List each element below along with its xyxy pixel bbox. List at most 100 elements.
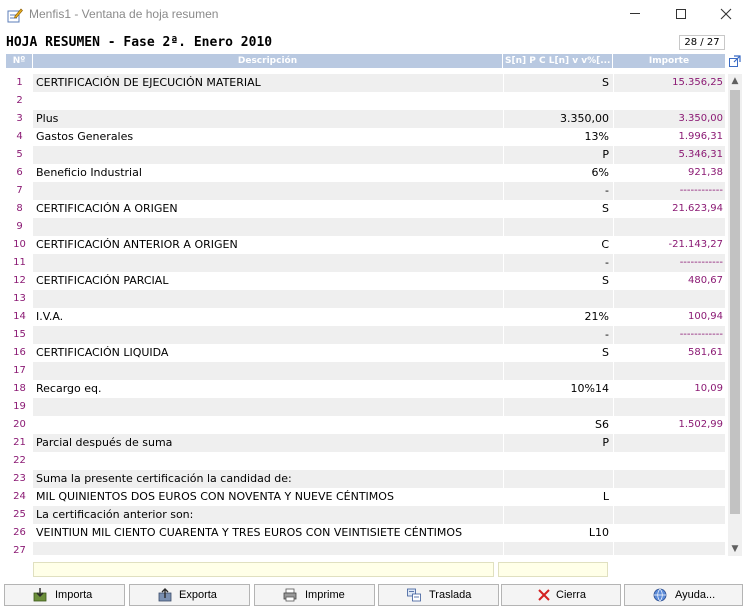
row-amount[interactable] xyxy=(613,470,725,488)
table-row[interactable]: 2 xyxy=(6,92,725,110)
row-formula[interactable]: L xyxy=(503,488,611,506)
row-formula[interactable]: 10%14 xyxy=(503,380,611,398)
row-amount[interactable]: 100,94 xyxy=(613,308,725,326)
row-amount[interactable]: 1.502,99 xyxy=(613,416,725,434)
table-row[interactable]: 9 xyxy=(6,218,725,236)
row-number[interactable]: 6 xyxy=(6,164,33,182)
row-description[interactable]: VEINTIUN MIL CIENTO CUARENTA Y TRES EURO… xyxy=(35,524,503,542)
row-amount[interactable]: 3.350,00 xyxy=(613,110,725,128)
row-description[interactable]: La certificación anterior son: xyxy=(35,506,503,524)
row-formula[interactable] xyxy=(503,398,611,416)
row-number[interactable]: 11 xyxy=(6,254,33,272)
row-amount[interactable] xyxy=(613,290,725,308)
table-row[interactable]: 11 - ------------ xyxy=(6,254,725,272)
column-header-number[interactable]: Nº xyxy=(6,54,33,68)
row-number[interactable]: 22 xyxy=(6,452,33,470)
traslada-button[interactable]: Traslada xyxy=(378,584,499,606)
table-row[interactable]: 26 VEINTIUN MIL CIENTO CUARENTA Y TRES EU… xyxy=(6,524,725,542)
table-row[interactable]: 4 Gastos Generales 13% 1.996,31 xyxy=(6,128,725,146)
row-description[interactable]: MIL QUINIENTOS DOS EUROS CON NOVENTA Y N… xyxy=(35,488,503,506)
column-header-description[interactable]: Descripción xyxy=(33,54,503,68)
row-description[interactable] xyxy=(35,254,503,272)
row-description[interactable] xyxy=(35,362,503,380)
table-row[interactable]: 16 CERTIFICACIÓN LIQUIDA S 581,61 xyxy=(6,344,725,362)
row-number[interactable]: 5 xyxy=(6,146,33,164)
row-amount[interactable] xyxy=(613,398,725,416)
row-amount[interactable] xyxy=(613,434,725,452)
row-amount[interactable]: 10,09 xyxy=(613,380,725,398)
row-number[interactable]: 3 xyxy=(6,110,33,128)
row-amount[interactable]: ------------ xyxy=(613,182,725,200)
table-row[interactable]: 25 La certificación anterior son: xyxy=(6,506,725,524)
row-amount[interactable]: ------------ xyxy=(613,326,725,344)
cierra-button[interactable]: Cierra xyxy=(501,584,621,606)
row-description[interactable]: CERTIFICACIÓN ANTERIOR A ORIGEN xyxy=(35,236,503,254)
row-number[interactable]: 4 xyxy=(6,128,33,146)
table-row[interactable]: 8 CERTIFICACIÓN A ORIGEN S 21.623,94 xyxy=(6,200,725,218)
row-formula[interactable]: - xyxy=(503,182,611,200)
scrollbar-thumb[interactable] xyxy=(730,90,740,514)
row-formula[interactable] xyxy=(503,470,611,488)
row-formula[interactable] xyxy=(503,542,611,555)
row-number[interactable]: 25 xyxy=(6,506,33,524)
row-number[interactable]: 1 xyxy=(6,74,33,92)
row-number[interactable]: 26 xyxy=(6,524,33,542)
table-row[interactable]: 23 Suma la presente certificación la cand… xyxy=(6,470,725,488)
imprime-button[interactable]: Imprime xyxy=(254,584,375,606)
scroll-down-icon[interactable]: ▼ xyxy=(728,542,742,556)
row-amount[interactable] xyxy=(613,218,725,236)
row-number[interactable]: 23 xyxy=(6,470,33,488)
importa-button[interactable]: Importa xyxy=(4,584,125,606)
table-row[interactable]: 17 xyxy=(6,362,725,380)
row-number[interactable]: 24 xyxy=(6,488,33,506)
table-row[interactable]: 1 CERTIFICACIÓN DE EJECUCIÓN MATERIAL S 15.… xyxy=(6,74,725,92)
table-row[interactable]: 15 - ------------ xyxy=(6,326,725,344)
table-row[interactable]: 5 P 5.346,31 xyxy=(6,146,725,164)
row-description[interactable]: CERTIFICACIÓN LIQUIDA xyxy=(35,344,503,362)
row-number[interactable]: 14 xyxy=(6,308,33,326)
table-row[interactable]: 24 MIL QUINIENTOS DOS EUROS CON NOVENTA Y… xyxy=(6,488,725,506)
row-amount[interactable] xyxy=(613,92,725,110)
row-amount[interactable] xyxy=(613,362,725,380)
row-description[interactable]: Gastos Generales xyxy=(35,128,503,146)
row-number[interactable]: 17 xyxy=(6,362,33,380)
table-row[interactable]: 13 xyxy=(6,290,725,308)
row-formula[interactable]: P xyxy=(503,434,611,452)
scroll-up-icon[interactable]: ▲ xyxy=(728,74,742,88)
row-number[interactable]: 12 xyxy=(6,272,33,290)
row-amount[interactable] xyxy=(613,506,725,524)
row-number[interactable]: 21 xyxy=(6,434,33,452)
table-row[interactable]: 27 xyxy=(6,542,725,555)
table-row[interactable]: 20 S6 1.502,99 xyxy=(6,416,725,434)
row-formula[interactable]: S6 xyxy=(503,416,611,434)
formula-edit-field[interactable] xyxy=(498,562,608,577)
row-formula[interactable]: S xyxy=(503,272,611,290)
external-link-icon[interactable] xyxy=(729,55,741,67)
description-edit-field[interactable] xyxy=(33,562,494,577)
row-formula[interactable] xyxy=(503,218,611,236)
row-formula[interactable]: - xyxy=(503,326,611,344)
row-amount[interactable]: 921,38 xyxy=(613,164,725,182)
row-amount[interactable]: 581,61 xyxy=(613,344,725,362)
row-amount[interactable]: 480,67 xyxy=(613,272,725,290)
row-description[interactable] xyxy=(35,218,503,236)
column-header-amount[interactable]: Importe xyxy=(613,54,725,68)
row-formula[interactable]: 13% xyxy=(503,128,611,146)
row-description[interactable] xyxy=(35,182,503,200)
row-amount[interactable]: 21.623,94 xyxy=(613,200,725,218)
maximize-button[interactable] xyxy=(658,0,704,30)
table-row[interactable]: 12 CERTIFICACIÓN PARCIAL S 480,67 xyxy=(6,272,725,290)
row-amount[interactable] xyxy=(613,542,725,555)
row-description[interactable] xyxy=(35,92,503,110)
row-number[interactable]: 9 xyxy=(6,218,33,236)
exporta-button[interactable]: Exporta xyxy=(129,584,250,606)
row-number[interactable]: 27 xyxy=(6,542,33,555)
row-description[interactable]: Parcial después de suma xyxy=(35,434,503,452)
row-description[interactable]: CERTIFICACIÓN PARCIAL xyxy=(35,272,503,290)
column-header-formula[interactable]: S[n] P C L[n] v v%[... xyxy=(503,54,613,68)
row-description[interactable]: Recargo eq. xyxy=(35,380,503,398)
row-amount[interactable]: 15.356,25 xyxy=(613,74,725,92)
table-row[interactable]: 21 Parcial después de suma P xyxy=(6,434,725,452)
row-description[interactable] xyxy=(35,290,503,308)
summary-grid[interactable]: 1 CERTIFICACIÓN DE EJECUCIÓN MATERIAL S 15.… xyxy=(6,74,725,555)
